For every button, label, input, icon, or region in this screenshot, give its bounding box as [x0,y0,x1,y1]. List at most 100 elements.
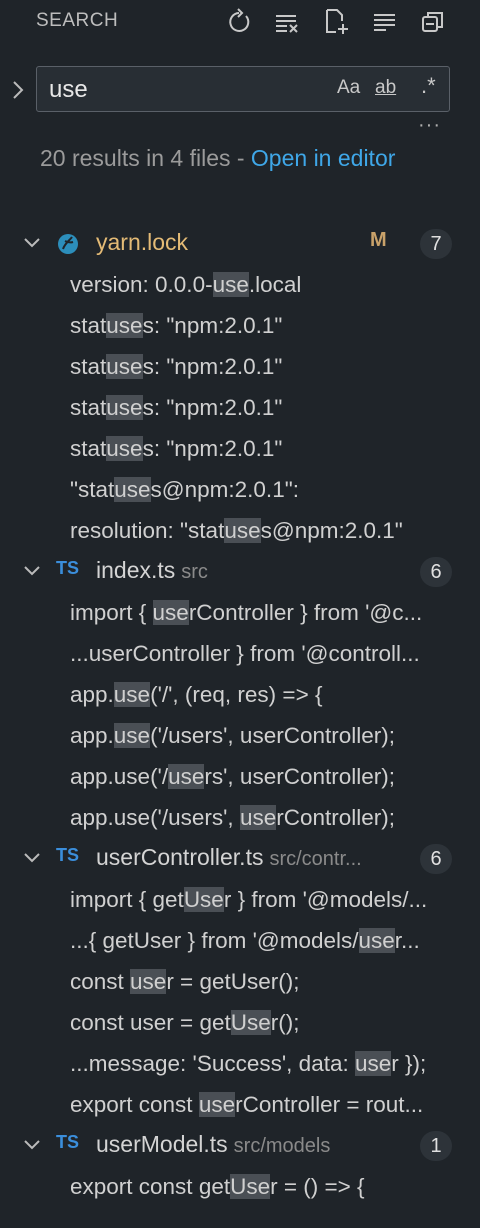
file-name-text: userController.ts [96,844,264,870]
match-line[interactable]: import { userController } from '@c... [70,593,480,633]
refresh-icon[interactable] [226,8,252,36]
match-line[interactable]: const user = getUser(); [70,962,480,1002]
search-input-box[interactable]: Aa ab .* [36,66,450,112]
match-highlight: use [224,518,261,543]
toggle-search-details-icon[interactable]: ··· [418,114,441,137]
match-highlight: use [198,1092,236,1117]
match-highlight: use [106,354,143,379]
match-highlight: Use [230,1010,271,1035]
match-text: app. [70,723,114,748]
match-text: ('/users', userController); [150,723,395,748]
toggle-replace-chevron-icon[interactable] [8,78,28,102]
match-text: rs', userController); [204,764,395,789]
match-text: s: "npm:2.0.1" [142,436,283,461]
match-line[interactable]: ...userController } from '@controll... [70,634,480,674]
match-line[interactable]: import { getUser } from '@models/... [70,880,480,920]
match-text: s@npm:2.0.1": [150,477,299,502]
match-highlight: Use [230,1174,271,1199]
yarn-file-icon [56,230,80,261]
file-name: yarn.lock [96,229,188,256]
file-name: index.ts src [96,557,208,584]
match-text: version: 0.0.0- [70,272,213,297]
file-row[interactable]: TS userModel.ts src/models 1 [0,1126,480,1166]
match-text: r } from '@models/... [223,887,428,912]
match-text: ...{ getUser } from '@models/ [70,928,359,953]
results-count-text: 20 results in 4 files - [40,145,251,171]
match-line[interactable]: statuses: "npm:2.0.1" [70,388,480,428]
results-summary: 20 results in 4 files - Open in editor [40,142,460,175]
match-highlight: use [106,436,143,461]
match-highlight: use [106,395,143,420]
file-row[interactable]: yarn.lock M 7 [0,224,480,264]
match-text: const [70,969,131,994]
chevron-down-icon[interactable] [22,847,42,869]
match-text: stat [70,436,107,461]
typescript-file-icon: TS [56,845,80,865]
match-line[interactable]: "statuses@npm:2.0.1": [70,470,480,510]
match-highlight: use [152,600,189,625]
chevron-down-icon[interactable] [22,1134,42,1156]
search-input[interactable] [49,75,309,105]
match-line[interactable]: version: 0.0.0-use.local [70,265,480,305]
match-text: ...userController } from '@controll... [70,641,420,666]
match-line[interactable]: ...message: 'Success', data: user }); [70,1044,480,1084]
use-regex-toggle[interactable]: .* [421,73,436,99]
match-text: rController = rout... [235,1092,424,1117]
match-line[interactable]: ...{ getUser } from '@models/user... [70,921,480,961]
match-highlight: use [212,272,249,297]
match-line[interactable]: app.use('/', (req, res) => { [70,675,480,715]
match-text: rController } from '@c... [188,600,423,625]
match-line[interactable]: statuses: "npm:2.0.1" [70,429,480,469]
match-text: r... [394,928,420,953]
match-text: stat [70,395,107,420]
match-highlight: use [130,969,167,994]
match-text: s: "npm:2.0.1" [142,395,283,420]
match-line[interactable]: statuses: "npm:2.0.1" [70,347,480,387]
match-text: ...message: 'Success', data: [70,1051,355,1076]
file-name-text: index.ts [96,557,176,583]
match-text: stat [70,354,107,379]
match-text: import { get [70,887,184,912]
match-line[interactable]: app.use('/users', userController); [70,798,480,838]
file-name: userController.ts src/contr... [96,844,362,871]
match-whole-word-toggle[interactable]: ab [375,77,396,99]
file-row[interactable]: TS userController.ts src/contr... 6 [0,839,480,879]
file-name-text: yarn.lock [96,229,189,255]
match-highlight: use [358,928,395,953]
match-line[interactable]: export const userController = rout... [70,1085,480,1125]
match-text: app. [70,682,114,707]
chevron-down-icon[interactable] [22,560,42,582]
match-line[interactable]: resolution: "statuses@npm:2.0.1" [70,511,480,551]
collapse-all-icon[interactable] [420,8,446,36]
match-line[interactable]: app.use('/users', userController); [70,757,480,797]
match-text: rController); [276,805,395,830]
match-count-badge: 7 [420,229,452,259]
match-line[interactable]: export const getUser = () => { [70,1167,480,1207]
match-line[interactable]: statuses: "npm:2.0.1" [70,306,480,346]
clear-results-icon[interactable] [274,8,300,36]
match-highlight: use [106,313,143,338]
file-name-text: userModel.ts [96,1131,228,1157]
match-line[interactable]: const user = getUser(); [70,1003,480,1043]
match-line[interactable]: app.use('/users', userController); [70,716,480,756]
match-text: resolution: "stat [70,518,225,543]
match-text: s@npm:2.0.1" [260,518,403,543]
match-case-toggle[interactable]: Aa [337,77,360,99]
view-as-list-icon[interactable] [372,8,398,36]
match-highlight: Use [183,887,224,912]
match-text: r = getUser(); [166,969,300,994]
file-name: userModel.ts src/models [96,1131,330,1158]
file-row[interactable]: TS index.ts src 6 [0,552,480,592]
modified-badge: M [370,229,387,251]
typescript-file-icon: TS [56,1132,80,1152]
chevron-down-icon[interactable] [22,232,42,254]
open-in-editor-link[interactable]: Open in editor [251,145,395,171]
match-highlight: use [354,1051,392,1076]
match-text: const user = get [70,1010,231,1035]
panel-title: SEARCH [36,10,119,31]
file-path: src [181,561,208,583]
match-text: .local [248,272,302,297]
new-search-editor-icon[interactable] [324,8,350,36]
match-text: r(); [270,1010,300,1035]
match-text: app.use('/users', [70,805,240,830]
